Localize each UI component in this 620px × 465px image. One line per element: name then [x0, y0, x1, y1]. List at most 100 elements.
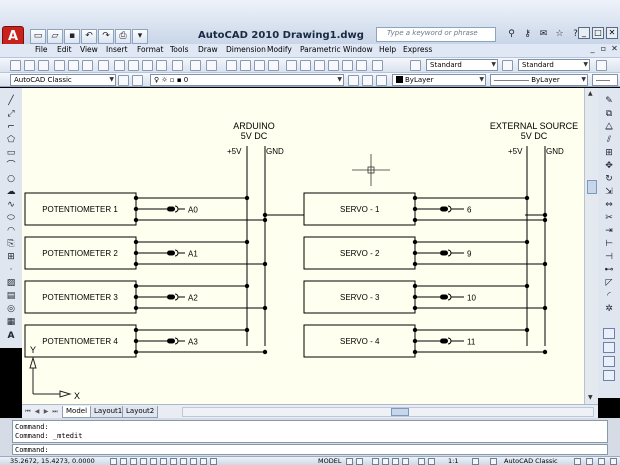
workspace-select[interactable]: AutoCAD Classic ▼	[10, 74, 116, 86]
draworder-back-icon[interactable]	[603, 356, 615, 367]
lock-icon[interactable]	[574, 458, 581, 465]
quickcalc-icon[interactable]	[356, 60, 367, 71]
horizontal-scroll-thumb[interactable]	[391, 408, 409, 416]
tab-layout2[interactable]: Layout2	[122, 406, 159, 418]
next-tab-icon[interactable]: ▶	[42, 407, 50, 416]
quick-view-drawings-icon[interactable]	[356, 458, 363, 465]
qnew-icon[interactable]	[10, 60, 21, 71]
copy-icon[interactable]	[128, 60, 139, 71]
erase-icon[interactable]: ✎	[603, 96, 615, 107]
maximize-button[interactable]: □	[592, 27, 604, 39]
menu-insert[interactable]: Insert	[106, 45, 128, 54]
arc-icon[interactable]: ⌒	[5, 161, 17, 172]
cut-icon[interactable]	[114, 60, 125, 71]
paste-icon[interactable]	[142, 60, 153, 71]
spline-icon[interactable]: ∿	[5, 200, 17, 211]
ortho-mode-icon[interactable]	[130, 458, 137, 465]
plot-icon[interactable]: ⎙	[115, 29, 131, 44]
revision-cloud-icon[interactable]: ☁	[5, 187, 17, 198]
match-properties-icon[interactable]	[156, 60, 167, 71]
doc-restore-button[interactable]: ▫	[599, 44, 608, 54]
pan-status-icon[interactable]	[372, 458, 379, 465]
annotation-scale-value[interactable]: 1:1	[448, 457, 458, 465]
menu-window[interactable]: Window	[343, 45, 373, 54]
polyline-icon[interactable]: ⌐	[5, 122, 17, 133]
horizontal-scrollbar[interactable]	[182, 407, 594, 417]
minimize-button[interactable]: _	[578, 27, 590, 39]
preview-icon[interactable]	[68, 60, 79, 71]
object-snap-tracking-icon[interactable]	[170, 458, 177, 465]
dim-style-icon[interactable]	[502, 60, 513, 71]
trim-icon[interactable]: ✂	[603, 213, 615, 224]
showmotion-icon[interactable]	[402, 458, 409, 465]
menu-dimension[interactable]: Dimension	[226, 45, 266, 54]
new-file-icon[interactable]: ▭	[30, 29, 46, 44]
prev-tab-icon[interactable]: ◀	[33, 407, 41, 416]
menu-format[interactable]: Format	[137, 45, 163, 54]
menu-modify[interactable]: Modify	[267, 45, 292, 54]
dim-style-select[interactable]: Standard ▼	[518, 59, 590, 71]
3d-object-snap-icon[interactable]	[160, 458, 167, 465]
close-button[interactable]: ✕	[606, 27, 618, 39]
zoom-realtime-icon[interactable]	[240, 60, 251, 71]
annotation-visibility-icon[interactable]	[418, 458, 425, 465]
vertical-scroll-thumb[interactable]	[587, 180, 597, 194]
gradient-icon[interactable]: ▤	[5, 291, 17, 302]
construction-line-icon[interactable]: ⤢	[5, 109, 17, 120]
clean-screen-icon[interactable]	[610, 458, 617, 465]
block-editor-icon[interactable]	[172, 60, 183, 71]
open-file-icon[interactable]: ▱	[47, 29, 63, 44]
communication-icon[interactable]: ✉	[537, 28, 550, 41]
open-icon[interactable]	[24, 60, 35, 71]
command-input[interactable]: Command:	[12, 444, 608, 455]
table-style-icon[interactable]	[596, 60, 607, 71]
scale-icon[interactable]: ⇲	[603, 187, 615, 198]
first-tab-icon[interactable]: ⏮	[24, 407, 32, 416]
undo-tb-icon[interactable]	[190, 60, 201, 71]
lineweight-icon[interactable]	[200, 458, 207, 465]
tab-model[interactable]: Model	[62, 406, 92, 418]
dynamic-input-icon[interactable]	[190, 458, 197, 465]
table-icon[interactable]: ▦	[5, 317, 17, 328]
ellipse-arc-icon[interactable]: ◠	[5, 226, 17, 237]
break-at-point-icon[interactable]: ⊢	[603, 239, 615, 250]
workspace-status[interactable]: AutoCAD Classic	[504, 457, 558, 465]
draworder-icon[interactable]	[603, 328, 615, 339]
mirror-icon[interactable]: ⧋	[603, 122, 615, 133]
color-select[interactable]: ByLayer ▼	[392, 74, 486, 86]
join-icon[interactable]: ⊷	[603, 265, 615, 276]
lineweight-select[interactable]: ――	[592, 74, 618, 86]
layer-properties-icon[interactable]	[132, 75, 143, 86]
polygon-icon[interactable]: ⬠	[5, 135, 17, 146]
binoculars-icon[interactable]: ⚲	[505, 28, 518, 41]
offset-icon[interactable]: ⫽	[603, 135, 615, 146]
doc-minimize-button[interactable]: _	[588, 44, 597, 54]
text-style-select[interactable]: Standard ▼	[426, 59, 498, 71]
design-center-icon[interactable]	[300, 60, 311, 71]
move-icon[interactable]: ✥	[603, 161, 615, 172]
plot-tb-icon[interactable]	[54, 60, 65, 71]
object-snap-icon[interactable]	[150, 458, 157, 465]
workspace-switch-icon[interactable]	[490, 458, 497, 465]
last-tab-icon[interactable]: ⏭	[51, 407, 59, 416]
menu-help[interactable]: Help	[379, 45, 396, 54]
save-tb-icon[interactable]	[38, 60, 49, 71]
dynamic-ucs-icon[interactable]	[180, 458, 187, 465]
doc-close-button[interactable]: ✕	[610, 44, 619, 54]
polar-tracking-icon[interactable]	[140, 458, 147, 465]
redo-tb-icon[interactable]	[206, 60, 217, 71]
stretch-icon[interactable]: ⇔	[603, 200, 615, 211]
region-icon[interactable]: ◎	[5, 304, 17, 315]
chamfer-icon[interactable]: ◸	[603, 278, 615, 289]
quick-properties-icon[interactable]	[210, 458, 217, 465]
copy-object-icon[interactable]: ⧉	[603, 109, 615, 120]
rotate-icon[interactable]: ↻	[603, 174, 615, 185]
layer-select[interactable]: ♀ ☼ ▫ ▪ 0 ▼	[150, 74, 344, 86]
zoom-window-icon[interactable]	[254, 60, 265, 71]
menu-view[interactable]: View	[80, 45, 98, 54]
hatch-icon[interactable]: ▨	[5, 278, 17, 289]
subscription-icon[interactable]: ⚷	[521, 28, 534, 41]
coordinate-readout[interactable]: 35.2672, 15.4273, 0.0000	[10, 457, 95, 465]
menu-draw[interactable]: Draw	[198, 45, 218, 54]
fillet-icon[interactable]: ◜	[603, 291, 615, 302]
